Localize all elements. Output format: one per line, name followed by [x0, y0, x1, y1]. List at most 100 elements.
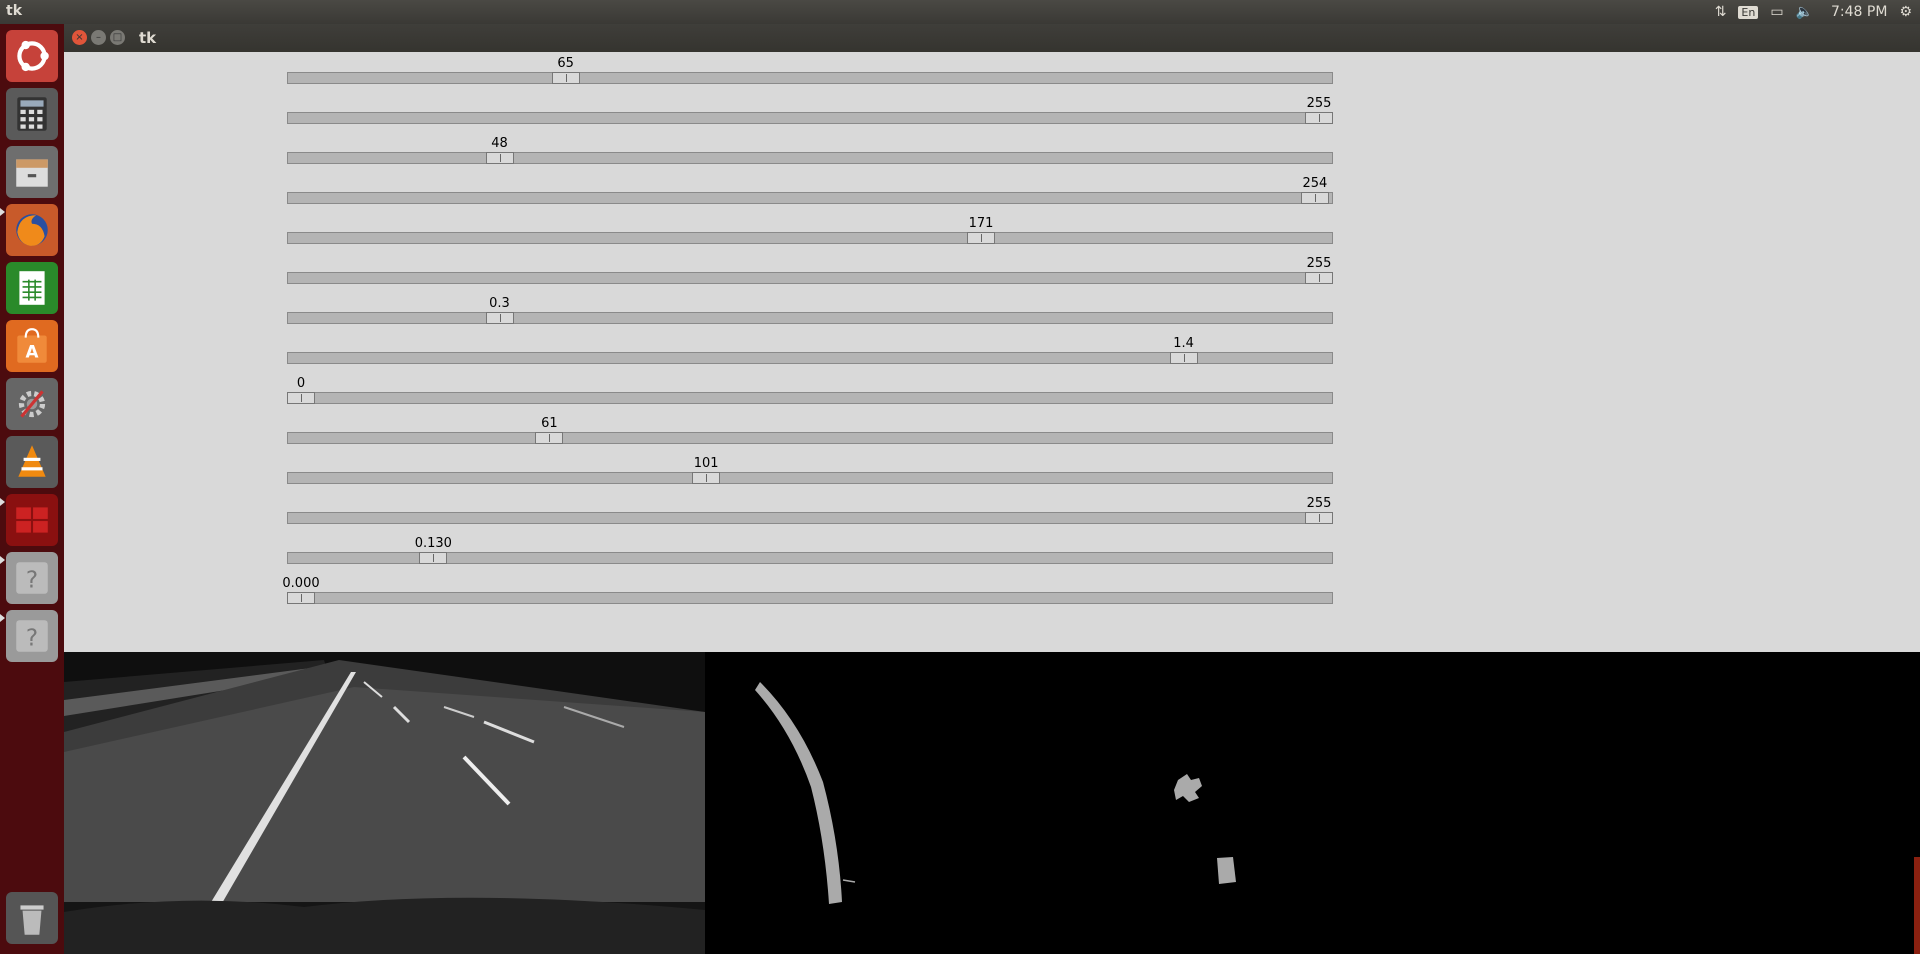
scale-slider-handle[interactable]: [419, 552, 448, 564]
scale-8[interactable]: 1.4: [287, 336, 1333, 366]
window-titlebar[interactable]: × – □ tk: [64, 24, 1920, 52]
svg-text:A: A: [26, 342, 39, 362]
scale-1[interactable]: 65: [287, 56, 1333, 86]
unknown-app-icon: ?: [16, 562, 48, 594]
files-button[interactable]: [6, 146, 58, 198]
scale-slider-handle[interactable]: [1169, 352, 1198, 364]
scale-trough[interactable]: [287, 192, 1333, 204]
calculator-button[interactable]: [6, 88, 58, 140]
scale-slider-handle[interactable]: [551, 72, 580, 84]
unknown-app-icon: ?: [16, 620, 48, 652]
scale-value: 0.3: [489, 296, 510, 311]
scale-slider-handle[interactable]: [1305, 112, 1333, 124]
scale-2[interactable]: 255: [287, 96, 1333, 126]
system-tray: ⇅ En ▭ 🔈 7:48 PM ⚙: [1715, 0, 1920, 24]
scale-value: 171: [968, 216, 994, 231]
launcher: A ? ?: [0, 24, 64, 954]
trash-button[interactable]: [6, 892, 58, 944]
files-icon: [16, 159, 48, 187]
scale-value: 0.000: [282, 576, 320, 591]
scale-slider-handle[interactable]: [287, 392, 315, 404]
calculator-icon: [17, 97, 47, 131]
scale-5[interactable]: 171: [287, 216, 1333, 246]
network-icon[interactable]: ⇅: [1715, 4, 1727, 20]
vlc-button[interactable]: [6, 436, 58, 488]
scale-3[interactable]: 48: [287, 136, 1333, 166]
road-camera-image: [64, 652, 705, 954]
scale-value: 255: [1306, 496, 1332, 511]
top-panel: tk ⇅ En ▭ 🔈 7:48 PM ⚙: [0, 0, 1920, 24]
system-settings-icon: [18, 390, 46, 418]
scale-trough[interactable]: [287, 392, 1333, 404]
system-settings-button[interactable]: [6, 378, 58, 430]
scale-value: 255: [1306, 256, 1332, 271]
running-indicator: [0, 498, 5, 506]
scale-trough[interactable]: [287, 272, 1333, 284]
scale-slider-handle[interactable]: [967, 232, 996, 244]
software-center-button[interactable]: A: [6, 320, 58, 372]
workspace-switcher-button[interactable]: [6, 494, 58, 546]
scale-14[interactable]: 0.000: [282, 576, 1333, 606]
scale-slider-handle[interactable]: [485, 312, 514, 324]
spreadsheet-button[interactable]: [6, 262, 58, 314]
scale-value: 254: [1302, 176, 1328, 191]
spreadsheet-icon: [19, 271, 45, 305]
scale-trough[interactable]: [287, 472, 1333, 484]
scale-value: 0.130: [414, 536, 452, 551]
scale-slider-handle[interactable]: [692, 472, 721, 484]
scale-trough[interactable]: [287, 72, 1333, 84]
scale-trough[interactable]: [287, 432, 1333, 444]
workspace-switcher-icon: [16, 507, 48, 533]
scale-value: 61: [541, 416, 558, 431]
ubuntu-dash-button[interactable]: [6, 30, 58, 82]
scale-7[interactable]: 0.3: [287, 296, 1333, 326]
scale-value: 1.4: [1173, 336, 1194, 351]
scale-trough[interactable]: [287, 312, 1333, 324]
scale-value: 101: [693, 456, 719, 471]
close-icon: ×: [75, 32, 84, 43]
software-center-icon: A: [17, 328, 47, 363]
scale-slider-handle[interactable]: [1305, 272, 1333, 284]
scale-4[interactable]: 254: [287, 176, 1333, 206]
svg-text:?: ?: [26, 567, 38, 593]
scale-value: 255: [1306, 96, 1332, 111]
running-indicator: [0, 556, 5, 564]
scale-trough[interactable]: [287, 232, 1333, 244]
minimize-icon: –: [96, 32, 101, 43]
scales-panel: 65 255 48 254 171 255 0.3 1.4 0 61 101 255 0.130 0.00…: [64, 52, 1920, 652]
scale-trough[interactable]: [287, 152, 1333, 164]
clock[interactable]: 7:48 PM: [1831, 4, 1887, 20]
scale-12[interactable]: 255: [287, 496, 1333, 526]
volume-icon[interactable]: 🔈: [1796, 4, 1813, 20]
gear-icon[interactable]: ⚙: [1899, 4, 1912, 20]
unknown-app-button[interactable]: ?: [6, 610, 58, 662]
scale-10[interactable]: 61: [287, 416, 1333, 446]
unknown-app-button[interactable]: ?: [6, 552, 58, 604]
maximize-icon: □: [112, 32, 123, 43]
firefox-icon: [16, 214, 48, 246]
minimize-button[interactable]: –: [91, 30, 106, 45]
scale-value: 0: [296, 376, 306, 391]
scale-trough[interactable]: [287, 112, 1333, 124]
scale-slider-handle[interactable]: [1300, 192, 1329, 204]
battery-icon[interactable]: ▭: [1770, 4, 1783, 20]
scale-trough[interactable]: [287, 592, 1333, 604]
scale-6[interactable]: 255: [287, 256, 1333, 286]
ubuntu-dash-icon: [17, 40, 49, 72]
maximize-button[interactable]: □: [110, 30, 125, 45]
scale-slider-handle[interactable]: [1305, 512, 1333, 524]
scale-13[interactable]: 0.130: [287, 536, 1333, 566]
scale-value: 48: [491, 136, 508, 151]
scale-slider-handle[interactable]: [485, 152, 514, 164]
keyboard-layout-indicator[interactable]: En: [1738, 5, 1759, 19]
window-title: tk: [139, 29, 157, 47]
close-button[interactable]: ×: [72, 30, 87, 45]
active-app-name: tk: [6, 3, 23, 19]
binary-mask-image: [705, 652, 1920, 954]
scale-9[interactable]: 0: [287, 376, 1333, 406]
scale-slider-handle[interactable]: [535, 432, 564, 444]
scale-11[interactable]: 101: [287, 456, 1333, 486]
scale-slider-handle[interactable]: [287, 592, 315, 604]
firefox-button[interactable]: [6, 204, 58, 256]
scale-trough[interactable]: [287, 512, 1333, 524]
